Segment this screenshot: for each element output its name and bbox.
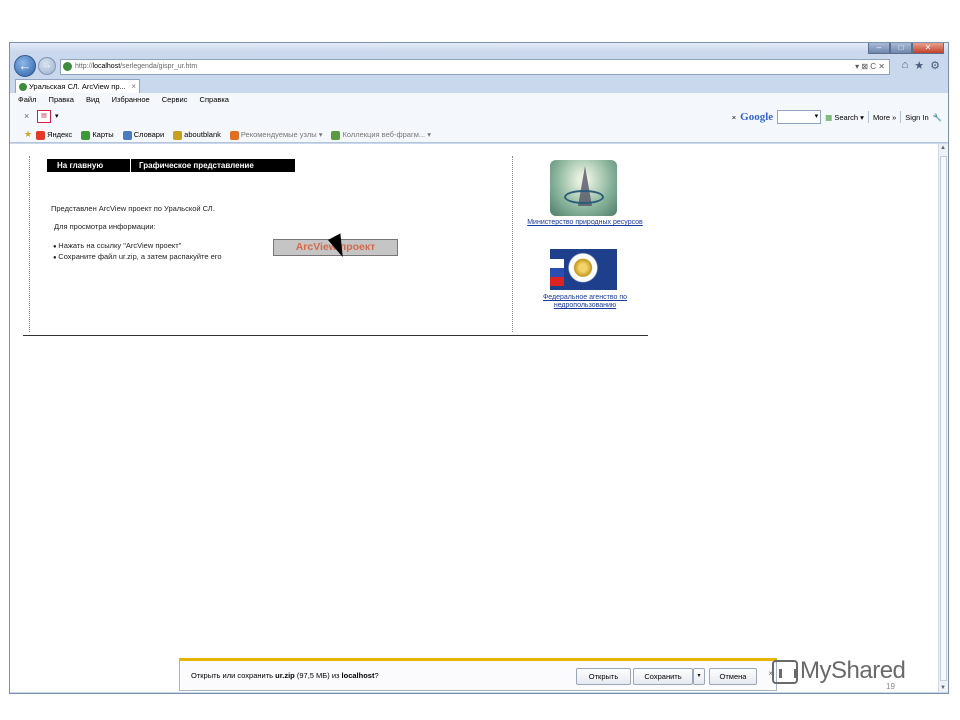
nav-home-link[interactable]: На главную	[47, 159, 131, 172]
download-size: (97,5 МБ)	[296, 671, 330, 680]
menu-favorites[interactable]: Избранное	[112, 95, 150, 104]
download-source: localhost	[341, 671, 375, 680]
dictionary-icon	[122, 130, 132, 140]
menu-help[interactable]: Справка	[200, 95, 229, 104]
more-button[interactable]: More »	[873, 113, 896, 122]
agency-caption-line2: недропользованию	[553, 302, 617, 309]
menu-bar: Файл Правка Вид Избранное Сервис Справка	[10, 93, 948, 107]
fav-aboutblank[interactable]: aboutblank	[173, 127, 221, 142]
tab-title: Уральская СЛ. ArcView пр...	[29, 82, 126, 91]
for-info-text: Для просмотра информации:	[54, 222, 156, 231]
page-content: На главную Графическое представление Пре…	[10, 144, 938, 692]
cancel-button[interactable]: Отмена	[709, 668, 757, 685]
menu-edit[interactable]: Правка	[49, 95, 74, 104]
emblem-icon	[567, 252, 599, 287]
nav-icons: ⌂ ★ ⚙	[902, 59, 940, 72]
toolbar-page-icon[interactable]: ▤	[37, 110, 51, 123]
download-message: Открыть или сохранить ur.zip (97,5 МБ) и…	[191, 671, 379, 680]
toolbar-divider	[900, 111, 902, 123]
chevron-down-icon[interactable]: ▾	[55, 112, 59, 120]
save-button[interactable]: Сохранить	[633, 668, 693, 685]
scroll-down-icon[interactable]: ▼	[940, 685, 946, 691]
list-item: Нажать на ссылку "ArcView проект"	[53, 241, 222, 252]
tab-active[interactable]: Уральская СЛ. ArcView пр... ×	[15, 79, 140, 93]
ministry-link[interactable]: Министерство природных ресурсов	[520, 219, 650, 226]
browser-window: – □ ✕ ← → http://localhost/serlegenda/gi…	[9, 42, 949, 694]
google-logo: Google	[740, 111, 774, 123]
google-toolbar: × ▤ ▾ × Google ▦ Search ▾ More » Sign In…	[10, 107, 948, 127]
save-options-dropdown[interactable]: ▾	[693, 668, 705, 685]
google-close-icon[interactable]: ×	[732, 113, 736, 122]
fav-yandex[interactable]: Яндекс	[36, 127, 72, 142]
address-bar[interactable]: http://localhost/serlegenda/gispr_ur.htm…	[60, 59, 890, 75]
agency-logo[interactable]	[550, 249, 617, 290]
favorites-star-icon[interactable]: ★	[24, 127, 32, 142]
menu-file[interactable]: Файл	[18, 95, 36, 104]
toolbar-close-icon[interactable]: ×	[24, 111, 29, 121]
settings-gear-icon[interactable]: ⚙	[930, 59, 940, 72]
scrollbar-thumb[interactable]	[940, 156, 947, 681]
sign-in-link[interactable]: Sign In	[905, 113, 928, 122]
minimize-button[interactable]: –	[868, 43, 890, 54]
home-icon[interactable]: ⌂	[902, 59, 909, 72]
favorites-star-icon[interactable]: ★	[914, 59, 924, 72]
address-tools[interactable]: ▾ ⊠ C ✕	[855, 60, 885, 74]
divider	[512, 156, 513, 332]
nav-edge	[295, 159, 297, 172]
address-row: ← → http://localhost/serlegenda/gispr_ur…	[10, 54, 948, 79]
address-host: localhost	[92, 63, 121, 70]
google-search-button[interactable]: ▦ Search ▾	[825, 113, 864, 122]
tab-favicon-icon	[19, 83, 27, 91]
nav-graphic-link[interactable]: Графическое представление	[131, 159, 295, 172]
download-notification-bar: Открыть или сохранить ur.zip (97,5 МБ) и…	[179, 658, 777, 691]
ie-page-icon	[173, 130, 183, 140]
list-item: Сохраните файл ur.zip, а затем распакуйт…	[53, 252, 221, 263]
agency-caption-line1: Федеральное агенство по	[542, 294, 628, 301]
open-button[interactable]: Открыть	[576, 668, 631, 685]
globe-ring-icon	[564, 190, 604, 204]
forward-button[interactable]: →	[38, 57, 56, 75]
page-favicon-icon	[63, 62, 72, 71]
search-icon: ▦	[825, 112, 833, 122]
divider	[29, 156, 30, 332]
fav-maps[interactable]: Карты	[81, 127, 114, 142]
fav-dictionaries[interactable]: Словари	[122, 127, 164, 142]
title-bar: – □ ✕	[10, 43, 948, 54]
fav-web-slice-gallery[interactable]: Коллекция веб-фрагм... ▾	[331, 127, 431, 142]
menu-tools[interactable]: Сервис	[162, 95, 188, 104]
web-slice-icon	[331, 130, 341, 140]
toolbar-divider	[867, 111, 869, 123]
suggested-sites-icon	[229, 130, 239, 140]
maximize-button[interactable]: □	[890, 43, 912, 54]
close-window-button[interactable]: ✕	[912, 43, 944, 54]
maps-icon	[81, 130, 91, 140]
russian-flag-icon	[550, 259, 564, 286]
address-path: /serlegenda/gispr_ur.htm	[120, 63, 198, 70]
address-prefix: http://	[75, 63, 93, 70]
yandex-icon	[36, 130, 46, 140]
instructions-list: Нажать на ссылку "ArcView проект" Сохран…	[53, 241, 222, 263]
tab-close-icon[interactable]: ×	[131, 80, 136, 93]
wrench-icon[interactable]: 🔧	[933, 113, 942, 122]
download-filename: ur.zip	[275, 671, 295, 680]
myshared-logo-icon	[772, 659, 798, 684]
agency-link[interactable]: Федеральное агенство по недропользованию	[520, 294, 650, 310]
back-button[interactable]: ←	[14, 55, 36, 77]
intro-text: Представлен ArcView проект по Уральской …	[51, 204, 215, 213]
menu-view[interactable]: Вид	[86, 95, 100, 104]
fav-suggested-sites[interactable]: Рекомендуемые узлы ▾	[229, 127, 322, 142]
ministry-logo[interactable]	[550, 160, 617, 216]
scroll-up-icon[interactable]: ▲	[940, 145, 946, 151]
favorites-bar: ★ Яндекс Карты Словари aboutblank Рекоме…	[10, 127, 948, 143]
page-nav: На главную Графическое представление	[47, 159, 297, 172]
slide-number: 19	[886, 682, 895, 691]
divider	[23, 335, 648, 336]
window-controls: – □ ✕	[868, 43, 944, 54]
vertical-scrollbar[interactable]: ▲ ▼	[938, 144, 948, 692]
google-search-input[interactable]	[777, 110, 822, 124]
google-toolbar-right: × Google ▦ Search ▾ More » Sign In 🔧	[732, 110, 942, 124]
myshared-watermark: MyShared	[772, 657, 906, 685]
tab-row: Уральская СЛ. ArcView пр... ×	[10, 79, 948, 93]
